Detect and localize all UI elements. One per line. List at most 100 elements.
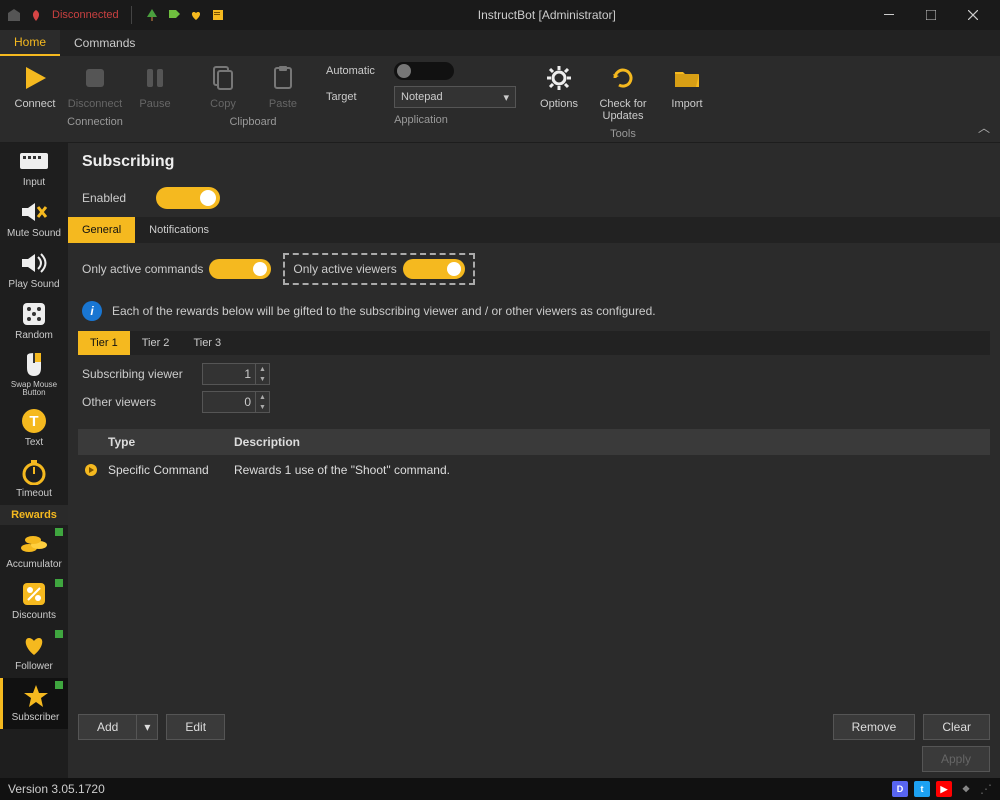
- pause-button[interactable]: Pause: [130, 62, 180, 110]
- close-button[interactable]: [952, 0, 994, 30]
- chevron-down-icon: ▾: [503, 91, 509, 104]
- connection-icon: [28, 7, 44, 23]
- group-tools-label: Tools: [610, 128, 636, 140]
- add-button-label: Add: [78, 714, 136, 740]
- sidebar-item-accumulator[interactable]: Accumulator: [0, 525, 68, 576]
- svg-text:T: T: [29, 413, 38, 430]
- add-dropdown-icon[interactable]: ▾: [136, 714, 158, 740]
- sidebar-item-discounts[interactable]: Discounts: [0, 576, 68, 627]
- target-label: Target: [326, 91, 386, 103]
- copy-button[interactable]: Copy: [198, 62, 248, 110]
- target-select[interactable]: Notepad ▾: [394, 86, 516, 108]
- page-title: Subscribing: [82, 153, 986, 171]
- sound-icon: [17, 249, 51, 277]
- only-active-viewers-group: Only active viewers: [283, 253, 474, 285]
- other-viewers-input[interactable]: 0▲▼: [202, 391, 270, 413]
- ribbon-collapse-icon[interactable]: ︿: [978, 119, 990, 136]
- connect-button[interactable]: Connect: [10, 62, 60, 110]
- automatic-toggle[interactable]: [394, 62, 454, 80]
- sidebar-item-timeout[interactable]: Timeout: [0, 454, 68, 505]
- maximize-button[interactable]: [910, 0, 952, 30]
- clear-button[interactable]: Clear: [923, 714, 990, 740]
- tree-icon[interactable]: [144, 7, 160, 23]
- sidebar-item-play-sound[interactable]: Play Sound: [0, 245, 68, 296]
- spin-up-icon[interactable]: ▲: [256, 392, 269, 402]
- import-label: Import: [671, 98, 702, 110]
- apply-button[interactable]: Apply: [922, 746, 990, 772]
- green-tag-icon[interactable]: [166, 7, 182, 23]
- status-extra-icon[interactable]: ❖: [958, 781, 974, 797]
- paste-button[interactable]: Paste: [258, 62, 308, 110]
- disconnect-button[interactable]: Disconnect: [70, 62, 120, 110]
- youtube-icon[interactable]: ▶: [936, 781, 952, 797]
- column-description[interactable]: Description: [234, 435, 990, 449]
- target-value: Notepad: [401, 91, 443, 103]
- sidebar-label-swap-mouse: Swap Mouse Button: [2, 381, 66, 397]
- spin-up-icon[interactable]: ▲: [256, 364, 269, 374]
- group-application-label: Application: [394, 114, 448, 126]
- spin-down-icon[interactable]: ▼: [256, 402, 269, 412]
- dice-icon: [17, 300, 51, 328]
- only-active-viewers-toggle[interactable]: [403, 259, 465, 279]
- subscribing-viewer-input[interactable]: 1 ▲▼: [202, 363, 270, 385]
- sidebar-item-mute-sound[interactable]: Mute Sound: [0, 194, 68, 245]
- mouse-icon: [17, 351, 51, 379]
- window-title: InstructBot [Administrator]: [226, 8, 868, 22]
- gear-icon: [543, 62, 575, 94]
- options-label: Options: [540, 98, 578, 110]
- rewards-table: Type Description Specific Command Reward…: [78, 429, 990, 700]
- menu-home[interactable]: Home: [0, 30, 60, 56]
- twitter-icon[interactable]: t: [914, 781, 930, 797]
- orange-note-icon[interactable]: [210, 7, 226, 23]
- info-text: Each of the rewards below will be gifted…: [112, 304, 656, 318]
- coins-icon: [17, 529, 51, 557]
- tab-tier1[interactable]: Tier 1: [78, 331, 130, 355]
- refresh-icon: [607, 62, 639, 94]
- sidebar-item-text[interactable]: T Text: [0, 403, 68, 454]
- add-button[interactable]: Add ▾: [78, 714, 158, 740]
- sidebar-label-discounts: Discounts: [12, 610, 56, 621]
- check-updates-button[interactable]: Check for Updates: [594, 62, 652, 122]
- discord-icon[interactable]: D: [892, 781, 908, 797]
- yellow-heart-icon[interactable]: [188, 7, 204, 23]
- sidebar-label-text: Text: [25, 437, 43, 448]
- sidebar-label-timeout: Timeout: [16, 488, 52, 499]
- tab-notifications[interactable]: Notifications: [135, 217, 223, 243]
- sidebar-item-random[interactable]: Random: [0, 296, 68, 347]
- folder-icon: [671, 62, 703, 94]
- only-active-commands-toggle[interactable]: [209, 259, 271, 279]
- remove-button[interactable]: Remove: [833, 714, 916, 740]
- sidebar: Input Mute Sound Play Sound Random Swap …: [0, 143, 68, 778]
- mute-icon: [17, 198, 51, 226]
- menu-commands[interactable]: Commands: [60, 30, 149, 56]
- column-type[interactable]: Type: [104, 435, 234, 449]
- edit-button[interactable]: Edit: [166, 714, 225, 740]
- row-description: Rewards 1 use of the "Shoot" command.: [234, 463, 990, 477]
- tier-tabs: Tier 1 Tier 2 Tier 3: [78, 331, 990, 355]
- minimize-button[interactable]: [868, 0, 910, 30]
- row-type: Specific Command: [104, 463, 234, 477]
- table-row[interactable]: Specific Command Rewards 1 use of the "S…: [78, 455, 990, 485]
- pause-label: Pause: [139, 98, 170, 110]
- enabled-toggle[interactable]: [156, 187, 220, 209]
- tab-tier2[interactable]: Tier 2: [130, 331, 182, 355]
- stopwatch-icon: [17, 458, 51, 486]
- resize-grip-icon[interactable]: ⋰: [980, 782, 992, 796]
- star-icon: [19, 682, 53, 710]
- sidebar-label-mute: Mute Sound: [7, 228, 61, 239]
- sidebar-item-input[interactable]: Input: [0, 143, 68, 194]
- options-button[interactable]: Options: [534, 62, 584, 110]
- import-button[interactable]: Import: [662, 62, 712, 110]
- subscribing-viewer-value: 1: [244, 367, 251, 381]
- spin-down-icon[interactable]: ▼: [256, 374, 269, 384]
- copy-label: Copy: [210, 98, 236, 110]
- only-active-commands-label: Only active commands: [82, 262, 203, 276]
- tab-tier3[interactable]: Tier 3: [181, 331, 233, 355]
- sidebar-item-subscriber[interactable]: Subscriber: [0, 678, 68, 729]
- title-bar: Disconnected InstructBot [Administrator]: [0, 0, 1000, 30]
- menu-strip: Home Commands: [0, 30, 1000, 56]
- sidebar-item-swap-mouse[interactable]: Swap Mouse Button: [0, 347, 68, 403]
- sidebar-item-follower[interactable]: Follower: [0, 627, 68, 678]
- tab-general[interactable]: General: [68, 217, 135, 243]
- automatic-label: Automatic: [326, 65, 386, 77]
